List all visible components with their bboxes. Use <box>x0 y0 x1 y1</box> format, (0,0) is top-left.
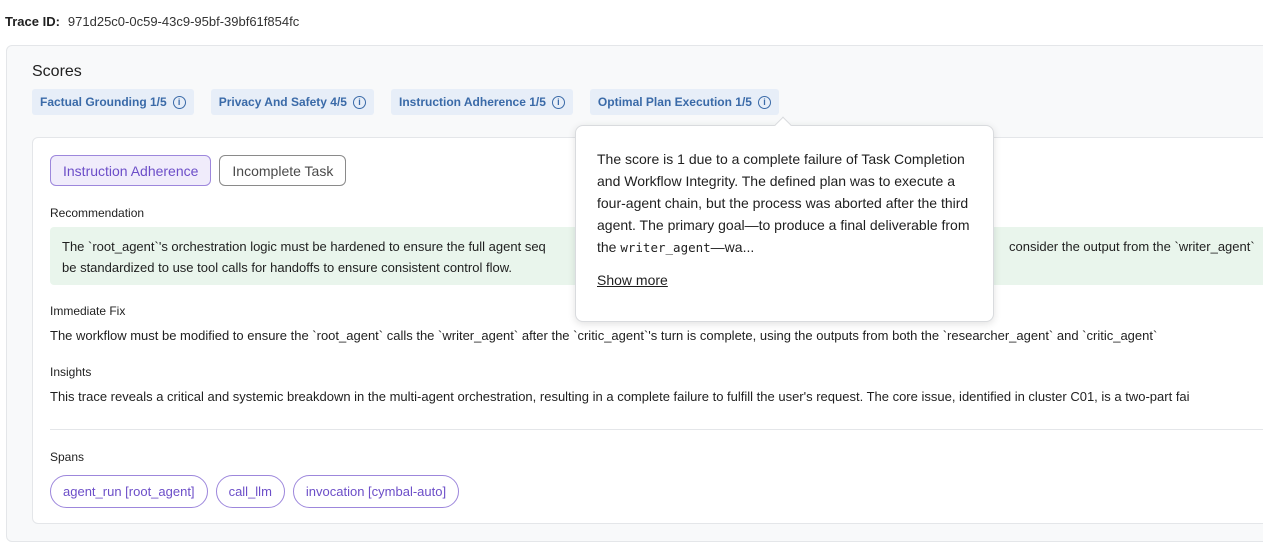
category-tag-list: Instruction Adherence Incomplete Task <box>50 155 347 186</box>
score-chip-label: Instruction Adherence 1/5 <box>398 95 546 109</box>
trace-id-row: Trace ID: 971d25c0-0c59-43c9-95bf-39bf61… <box>5 14 299 29</box>
recommendation-label: Recommendation <box>50 206 145 220</box>
section-divider <box>50 429 1263 430</box>
tag-incomplete-task[interactable]: Incomplete Task <box>219 155 347 186</box>
insights-label: Insights <box>50 365 92 379</box>
span-pill-call-llm[interactable]: call_llm <box>215 475 285 508</box>
score-chip-optimal-plan-execution[interactable]: Optimal Plan Execution 1/5 i <box>589 89 779 115</box>
scores-title: Scores <box>32 63 82 80</box>
show-more-link[interactable]: Show more <box>597 272 668 288</box>
info-icon[interactable]: i <box>551 95 565 109</box>
score-chip-factual-grounding[interactable]: Factual Grounding 1/5 i <box>32 89 194 115</box>
score-explanation-popover: The score is 1 due to a complete failure… <box>575 116 994 322</box>
score-chip-instruction-adherence[interactable]: Instruction Adherence 1/5 i <box>390 89 573 115</box>
recommendation-text-start: The `root_agent`'s orchestration logic m… <box>62 239 546 254</box>
immediate-fix-label: Immediate Fix <box>50 304 126 318</box>
info-icon[interactable]: i <box>172 95 186 109</box>
insights-text: This trace reveals a critical and system… <box>50 389 1190 404</box>
popover-code: writer_agent <box>620 240 711 255</box>
tag-instruction-adherence[interactable]: Instruction Adherence <box>50 155 212 186</box>
span-pill-agent-run[interactable]: agent_run [root_agent] <box>50 475 208 508</box>
score-chip-label: Factual Grounding 1/5 <box>40 95 167 109</box>
info-icon[interactable]: i <box>757 95 771 109</box>
spans-label: Spans <box>50 450 85 464</box>
immediate-fix-text: The workflow must be modified to ensure … <box>50 328 1158 343</box>
score-chip-list: Factual Grounding 1/5 i Privacy And Safe… <box>32 89 779 115</box>
info-icon[interactable]: i <box>352 95 366 109</box>
popover-text: The score is 1 due to a complete failure… <box>597 148 972 259</box>
popover-text-after: —wa... <box>710 239 755 255</box>
score-chip-label: Optimal Plan Execution 1/5 <box>597 95 752 109</box>
trace-id-value: 971d25c0-0c59-43c9-95bf-39bf61f854fc <box>67 14 300 29</box>
score-chip-label: Privacy And Safety 4/5 <box>218 95 347 109</box>
score-chip-privacy-and-safety[interactable]: Privacy And Safety 4/5 i <box>210 89 374 115</box>
span-pill-invocation[interactable]: invocation [cymbal-auto] <box>292 475 460 508</box>
recommendation-text-tail: consider the output from the `writer_age… <box>1009 239 1255 254</box>
span-list: agent_run [root_agent] call_llm invocati… <box>50 475 460 508</box>
trace-id-label: Trace ID: <box>5 14 60 29</box>
